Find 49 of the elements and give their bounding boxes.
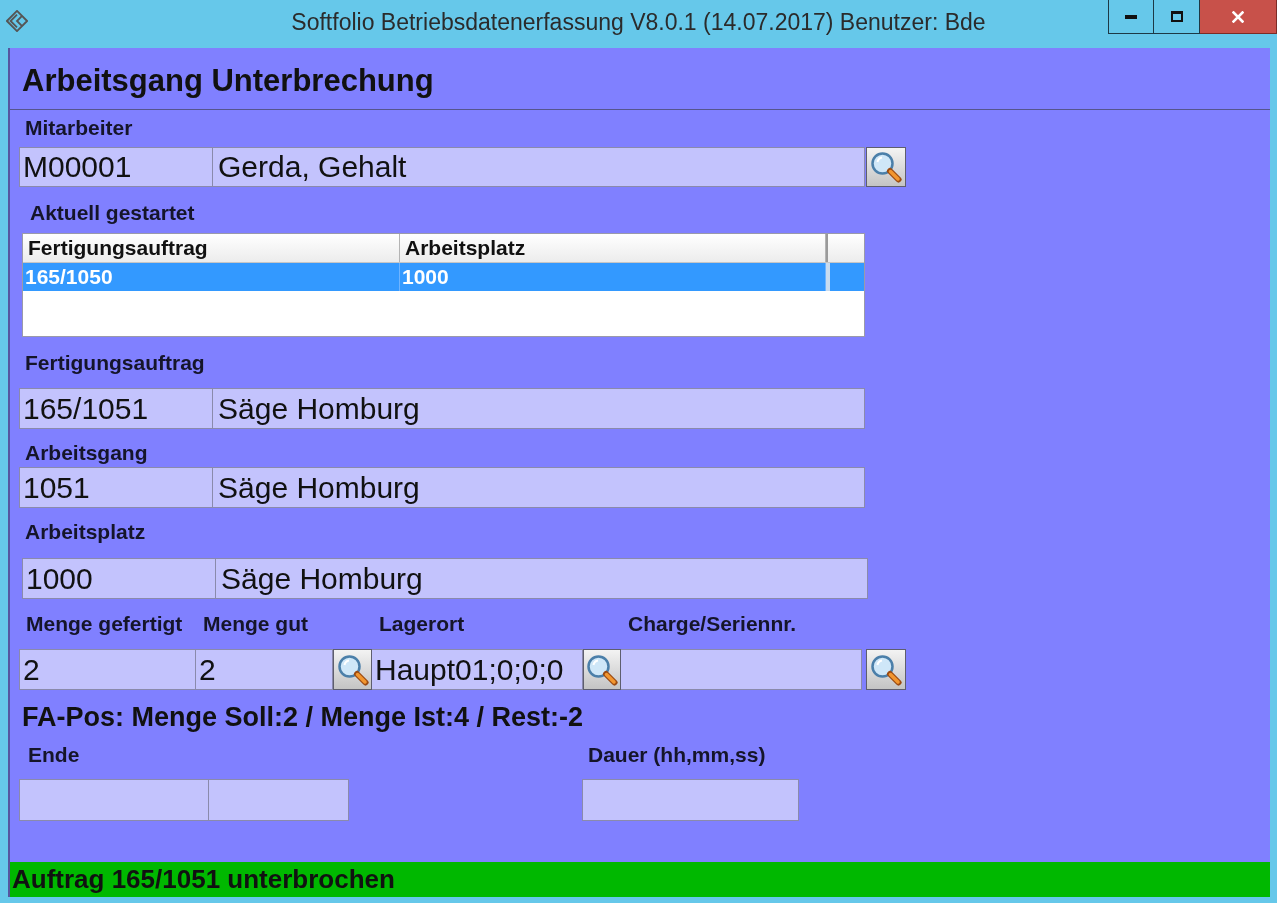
field-label: Arbeitsplatz xyxy=(24,520,146,544)
search-button[interactable] xyxy=(866,649,906,690)
close-icon xyxy=(1232,10,1244,23)
time-field[interactable] xyxy=(209,779,349,821)
app-icon xyxy=(6,10,28,32)
field-label: Lagerort xyxy=(378,612,466,636)
table-cell: 1000 xyxy=(400,263,826,291)
column-header: Arbeitsplatz xyxy=(400,234,826,262)
field-label: Mitarbeiter xyxy=(24,116,133,140)
text-field[interactable]: Säge Homburg xyxy=(213,388,865,429)
close-button[interactable] xyxy=(1200,0,1277,34)
search-button[interactable] xyxy=(866,147,906,187)
text-field[interactable]: 2 xyxy=(19,649,196,690)
window-title: Softfolio Betriebsdatenerfassung V8.0.1 (14.07.2017) Benutzer: Bde xyxy=(291,8,986,36)
text-field[interactable]: 165/1051 xyxy=(19,388,213,429)
form-title: Arbeitsgang Unterbrechung xyxy=(22,63,435,99)
text-field[interactable]: 1000 xyxy=(22,558,216,599)
search-icon xyxy=(870,653,902,686)
text-field[interactable]: Gerda, Gehalt xyxy=(213,147,865,187)
field-label: Arbeitsgang xyxy=(24,441,148,465)
field-label: Aktuell gestartet xyxy=(29,201,195,225)
summary-text: FA-Pos: Menge Soll:2 / Menge Ist:4 / Rest:-2 xyxy=(21,702,584,732)
search-button[interactable] xyxy=(333,649,372,690)
field-label: Fertigungsauftrag xyxy=(24,351,205,375)
minimize-icon xyxy=(1125,14,1137,19)
field-label: Charge/Seriennr. xyxy=(627,612,798,636)
text-field[interactable]: 1051 xyxy=(19,467,213,508)
field-label: Menge gefertigt xyxy=(25,612,184,636)
maximize-button[interactable] xyxy=(1154,0,1200,34)
search-icon xyxy=(336,653,369,686)
search-button[interactable] xyxy=(583,649,621,690)
text-field[interactable]: M00001 xyxy=(19,147,213,187)
field-label: Dauer (hh,mm,ss) xyxy=(587,743,767,767)
column-header: Fertigungsauftrag xyxy=(23,234,400,262)
minimize-button[interactable] xyxy=(1108,0,1154,34)
text-field[interactable]: Haupt01;0;0;0 xyxy=(372,649,583,690)
search-icon xyxy=(870,151,902,183)
table-cell: 165/1050 xyxy=(23,263,400,291)
field-label: Ende xyxy=(27,743,81,767)
text-field[interactable] xyxy=(621,649,862,690)
text-field[interactable]: Säge Homburg xyxy=(216,558,868,599)
text-field[interactable]: Säge Homburg xyxy=(213,467,865,508)
maximize-icon xyxy=(1170,11,1183,22)
search-icon xyxy=(586,653,618,686)
text-field[interactable]: 2 xyxy=(196,649,333,690)
date-field[interactable] xyxy=(19,779,209,821)
field-label: Menge gut xyxy=(202,612,309,636)
duration-field[interactable] xyxy=(582,779,799,821)
status-bar: Auftrag 165/1051 unterbrochen xyxy=(10,862,1270,897)
